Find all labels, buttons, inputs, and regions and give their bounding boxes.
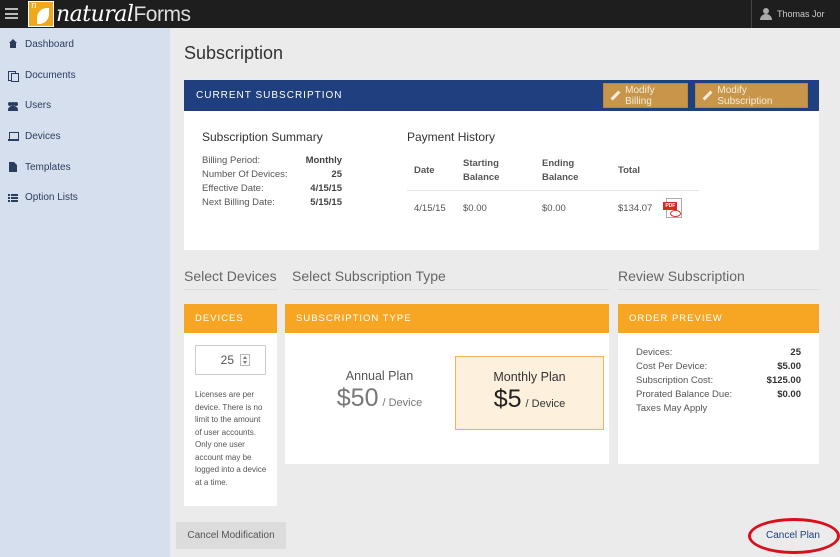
sidebar-item-option-lists[interactable]: Option Lists	[0, 182, 170, 213]
summary-row: Effective Date: 4/15/15	[202, 183, 342, 194]
sidebar-item-templates[interactable]: Templates	[0, 152, 170, 183]
summary-row: Next Billing Date: 5/15/15	[202, 197, 342, 208]
monthly-plan-option[interactable]: Monthly Plan $5/ Device	[455, 356, 604, 430]
table-header: Date Starting Balance Ending Balance Tot…	[407, 151, 699, 191]
device-icon	[8, 131, 19, 142]
order-row: Subscription Cost: $125.00	[636, 375, 801, 386]
modify-billing-button[interactable]: Modify Billing	[603, 83, 688, 108]
devices-header: DEVICES	[184, 304, 277, 333]
highlight-annotation	[748, 518, 840, 554]
logo-text: naturalForms	[56, 1, 191, 27]
order-row: Cost Per Device: $5.00	[636, 361, 801, 372]
list-icon	[8, 193, 18, 203]
divider	[618, 289, 819, 290]
review-subscription-title: Review Subscription	[618, 268, 745, 284]
summary-row: Billing Period: Monthly	[202, 155, 342, 166]
current-subscription-header: CURRENT SUBSCRIPTION Modify Billing Modi…	[184, 80, 819, 111]
payment-history-table: Date Starting Balance Ending Balance Tot…	[407, 151, 699, 225]
payment-history-title: Payment History	[407, 130, 496, 144]
sidebar: Dashboard Documents Users Devices Templa…	[0, 28, 170, 557]
annual-plan-option[interactable]: Annual Plan $50/ Device	[305, 356, 454, 430]
order-row: Devices: 25	[636, 347, 801, 358]
home-icon	[8, 39, 18, 49]
user-menu[interactable]: Thomas Jor	[751, 0, 840, 28]
summary-row: Number Of Devices: 25	[202, 169, 342, 180]
user-icon	[760, 8, 772, 20]
order-row: Prorated Balance Due: $0.00	[636, 389, 801, 400]
current-subscription-panel: CURRENT SUBSCRIPTION Modify Billing Modi…	[184, 80, 819, 250]
pencil-icon	[702, 91, 711, 101]
divider	[184, 289, 277, 290]
select-subscription-type-title: Select Subscription Type	[292, 268, 446, 284]
pencil-icon	[610, 91, 619, 101]
devices-note: Licenses are per device. There is no lim…	[195, 390, 267, 487]
divider	[292, 289, 609, 290]
logo[interactable]: n naturalForms	[28, 0, 191, 28]
summary-title: Subscription Summary	[202, 130, 323, 144]
documents-icon	[8, 70, 19, 83]
stepper-arrows-icon[interactable]	[240, 354, 250, 366]
sidebar-item-devices[interactable]: Devices	[0, 121, 170, 152]
order-preview-header: ORDER PREVIEW	[618, 304, 819, 333]
pdf-icon[interactable]	[663, 198, 683, 218]
modify-subscription-button[interactable]: Modify Subscription	[695, 83, 808, 108]
page-title: Subscription	[184, 43, 284, 63]
select-devices-title: Select Devices	[184, 268, 277, 284]
sidebar-item-users[interactable]: Users	[0, 90, 170, 121]
subscription-type-header: SUBSCRIPTION TYPE	[285, 304, 609, 333]
device-count-stepper[interactable]: 25	[195, 345, 266, 375]
logo-mark-icon: n	[28, 1, 54, 27]
menu-icon[interactable]	[5, 8, 18, 19]
subscription-type-panel: SUBSCRIPTION TYPE Annual Plan $50/ Devic…	[285, 304, 609, 464]
users-icon	[8, 101, 18, 111]
template-icon	[8, 162, 18, 173]
order-preview-panel: ORDER PREVIEW Devices: 25 Cost Per Device…	[618, 304, 819, 464]
cancel-modification-button[interactable]: Cancel Modification	[176, 522, 286, 549]
top-bar: n naturalForms Thomas Jor	[0, 0, 840, 28]
devices-panel: DEVICES 25 Licenses are per device. Ther…	[184, 304, 277, 506]
sidebar-item-documents[interactable]: Documents	[0, 60, 170, 91]
sidebar-item-dashboard[interactable]: Dashboard	[0, 29, 170, 60]
user-name: Thomas Jor	[777, 9, 825, 19]
table-row: 4/15/15 $0.00 $0.00 $134.07	[407, 191, 699, 225]
order-row: Taxes May Apply	[636, 403, 708, 414]
